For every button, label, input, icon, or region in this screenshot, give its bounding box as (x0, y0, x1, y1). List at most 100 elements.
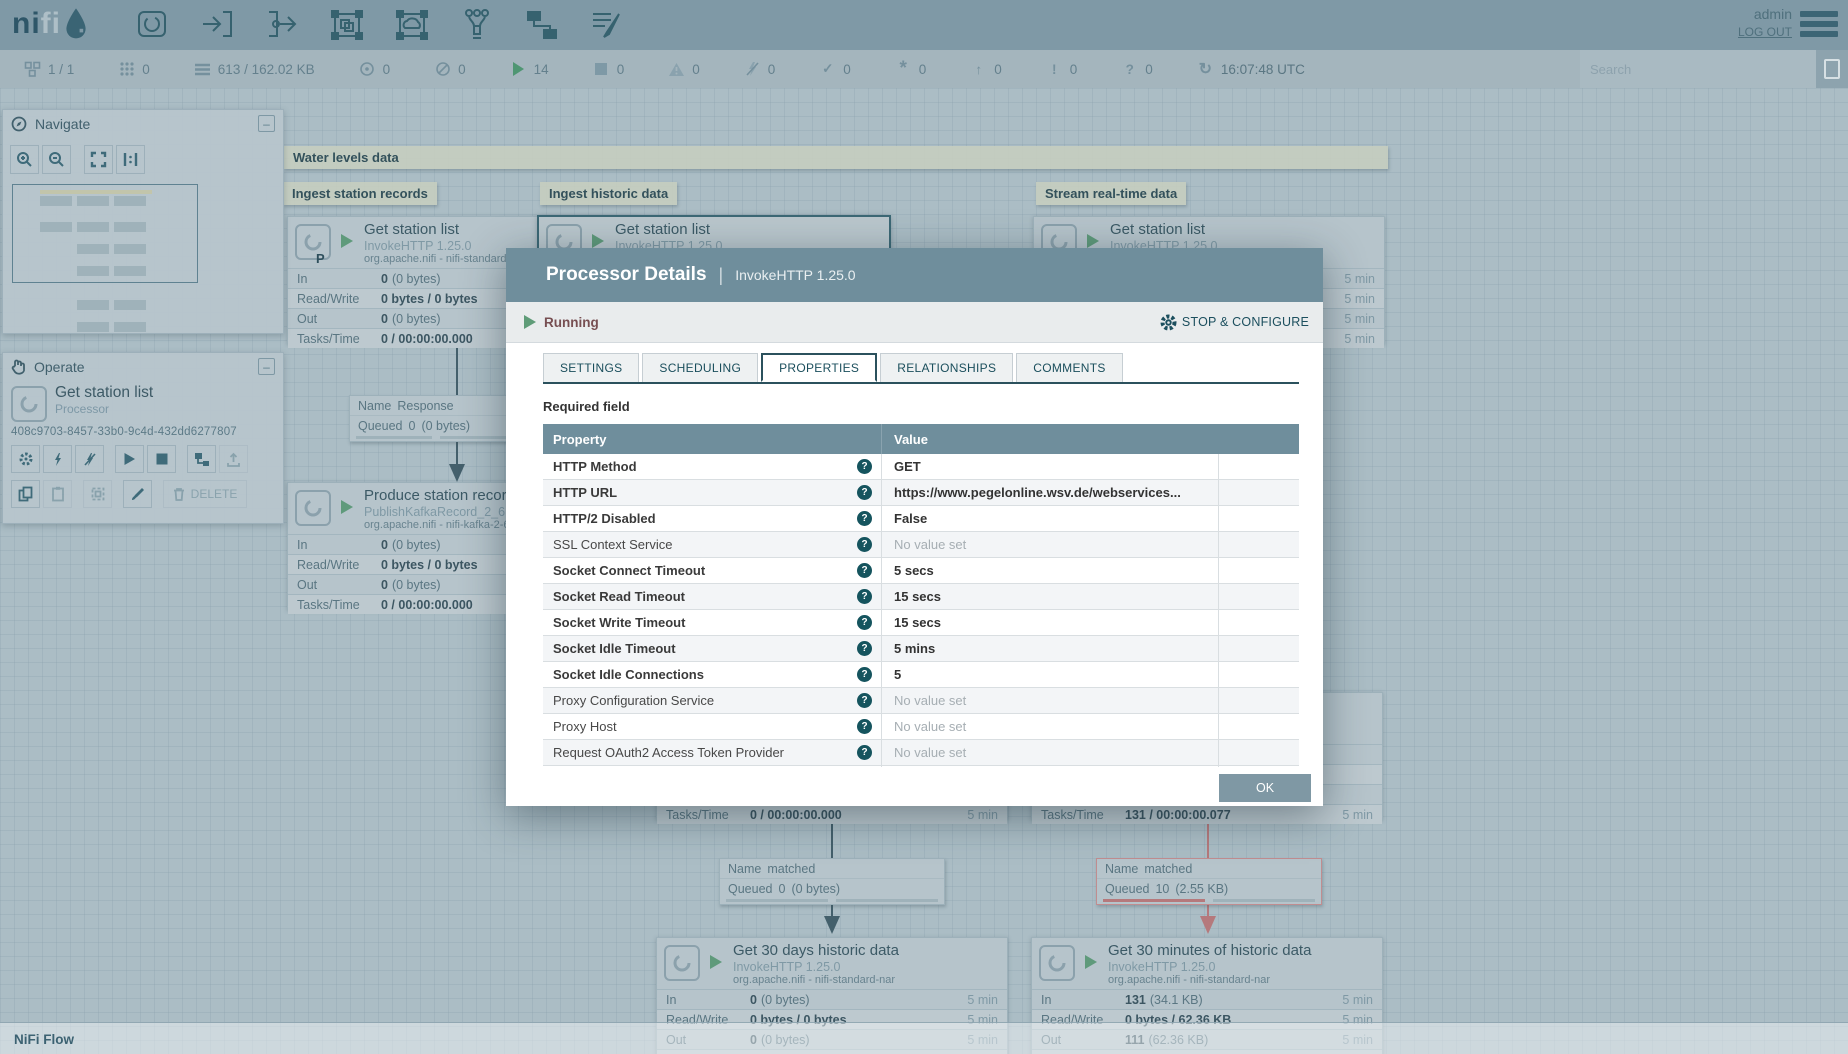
help-icon[interactable]: ? (857, 537, 872, 552)
tab-settings[interactable]: SETTINGS (543, 353, 640, 382)
transmitting-count: 0 (359, 61, 390, 78)
connection-response[interactable]: Name Response Queued 0 (0 bytes) (349, 395, 522, 442)
processor-stamp-icon (295, 224, 331, 260)
output-port-icon[interactable] (260, 4, 304, 46)
template-icon[interactable] (520, 4, 564, 46)
collapse-button[interactable]: – (258, 358, 275, 375)
zoom-fit-button[interactable] (84, 145, 113, 174)
property-row: SSL Context Service? No value set (543, 532, 1299, 558)
running-icon (341, 234, 353, 248)
enable-button[interactable] (43, 445, 72, 473)
zoom-actual-button[interactable] (116, 145, 145, 174)
funnel-icon[interactable] (455, 4, 499, 46)
invalid-icon (668, 61, 685, 78)
invalid-count: 0 (668, 61, 700, 78)
search-filter-button[interactable] (1816, 50, 1848, 88)
processor-stamp-icon (664, 945, 700, 981)
run-status-label: Running (544, 314, 599, 330)
help-icon[interactable]: ? (857, 589, 872, 604)
primary-node-badge: P (316, 251, 325, 266)
selected-component-type: Processor (55, 402, 110, 416)
canvas-label-ingest-historic[interactable]: Ingest historic data (540, 182, 678, 205)
configure-button[interactable] (11, 445, 40, 473)
collapse-button[interactable]: – (258, 115, 275, 132)
dialog-subtitle: InvokeHTTP 1.25.0 (735, 267, 856, 283)
copy-button[interactable] (11, 480, 40, 508)
last-refresh: ↻ 16:07:48 UTC (1197, 61, 1305, 78)
help-icon[interactable]: ? (857, 667, 872, 682)
refresh-icon[interactable]: ↻ (1197, 61, 1214, 78)
help-icon[interactable]: ? (857, 485, 872, 500)
global-menu-button[interactable] (1800, 11, 1838, 41)
dialog-tabs: SETTINGS SCHEDULING PROPERTIES RELATIONS… (543, 353, 1299, 384)
processor-title: Get station list (1110, 221, 1206, 238)
tab-scheduling[interactable]: SCHEDULING (642, 353, 759, 382)
processor-title: Get 30 days historic data (733, 942, 899, 959)
running-icon (524, 315, 536, 329)
canvas-label-water-levels[interactable]: Water levels data (284, 146, 1388, 169)
sync-failure-count: ? 0 (1121, 61, 1153, 78)
property-row: Request Username?No value set (543, 766, 1299, 767)
stat-row-tasks: Tasks/Time0 / 00:00:00.0005 min (657, 804, 1007, 824)
create-template-button[interactable] (187, 445, 216, 473)
stat-row-in: In0(0 bytes)5 min (657, 989, 1007, 1009)
processor-icon[interactable] (130, 4, 174, 46)
exclamation-icon: ! (1052, 61, 1057, 77)
tab-comments[interactable]: COMMENTS (1016, 353, 1123, 382)
help-icon[interactable]: ? (857, 563, 872, 578)
question-icon: ? (1125, 61, 1134, 77)
help-icon[interactable]: ? (857, 615, 872, 630)
locally-modified-count: * 0 (895, 58, 927, 79)
navigate-title: Navigate (35, 115, 91, 132)
input-port-icon[interactable] (195, 4, 239, 46)
label-icon[interactable] (585, 4, 629, 46)
delete-button[interactable]: DELETE (163, 480, 247, 508)
zoom-out-button[interactable] (42, 145, 71, 174)
gear-icon (1160, 314, 1177, 330)
help-icon[interactable]: ? (857, 459, 872, 474)
help-icon[interactable]: ? (857, 719, 872, 734)
properties-table: Property Value HTTP Method? GET HTTP URL?… (543, 424, 1299, 767)
connection-matched-right[interactable]: Name matched Queued 10 (2.55 KB) (1096, 858, 1322, 905)
stop-and-configure-button[interactable]: STOP & CONFIGURE (1160, 314, 1309, 331)
navigate-palette: Navigate – (2, 109, 284, 334)
selected-component-id: 408c9703-8457-33b0-9c4d-432dd6277807 (11, 426, 237, 438)
property-row: Request OAuth2 Access Token Provider? No … (543, 740, 1299, 766)
change-color-button[interactable] (123, 480, 152, 508)
connection-matched-mid[interactable]: Name matched Queued 0 (0 bytes) (719, 858, 945, 905)
stop-button[interactable] (147, 445, 176, 473)
birdseye-minimap[interactable] (10, 182, 276, 342)
breadcrumb-root[interactable]: NiFi Flow (14, 1032, 74, 1047)
canvas-label-stream-realtime[interactable]: Stream real-time data (1036, 182, 1187, 205)
help-icon[interactable]: ? (857, 745, 872, 760)
help-icon[interactable]: ? (857, 511, 872, 526)
search-input[interactable] (1580, 50, 1816, 88)
status-bar: 1 / 1 0 613 / 162.02 KB 0 0 14 0 0 0 ✓ 0… (0, 50, 1848, 89)
processor-bundle: org.apache.nifi - nifi-standard-nar (733, 973, 896, 986)
up-to-date-count: ✓ 0 (819, 61, 851, 78)
canvas-label-ingest-station[interactable]: Ingest station records (283, 182, 437, 205)
up-arrow-icon: ↑ (975, 61, 983, 77)
property-row: Socket Idle Connections? 5 (543, 662, 1299, 688)
disabled-icon (744, 61, 761, 78)
upload-template-button[interactable] (219, 445, 248, 473)
process-group-icon[interactable] (325, 4, 369, 46)
property-row: Socket Write Timeout? 15 secs (543, 610, 1299, 636)
app-toolbar: ni fi admin LOG OUT (0, 0, 1848, 50)
start-button[interactable] (115, 445, 144, 473)
zoom-in-button[interactable] (10, 145, 39, 174)
logout-link[interactable]: LOG OUT (1738, 25, 1792, 39)
tab-properties[interactable]: PROPERTIES (761, 353, 878, 382)
help-icon[interactable]: ? (857, 641, 872, 656)
remote-process-group-icon[interactable] (390, 4, 434, 46)
paste-button[interactable] (43, 480, 72, 508)
disable-button[interactable] (75, 445, 104, 473)
tab-relationships[interactable]: RELATIONSHIPS (880, 353, 1014, 382)
compass-icon (11, 116, 27, 131)
running-icon (592, 234, 604, 248)
processor-bundle: org.apache.nifi - nifi-standard-nar (1108, 973, 1271, 986)
help-icon[interactable]: ? (857, 693, 872, 708)
trash-icon (173, 488, 184, 501)
group-button[interactable] (83, 480, 112, 508)
ok-button[interactable]: OK (1219, 774, 1311, 802)
